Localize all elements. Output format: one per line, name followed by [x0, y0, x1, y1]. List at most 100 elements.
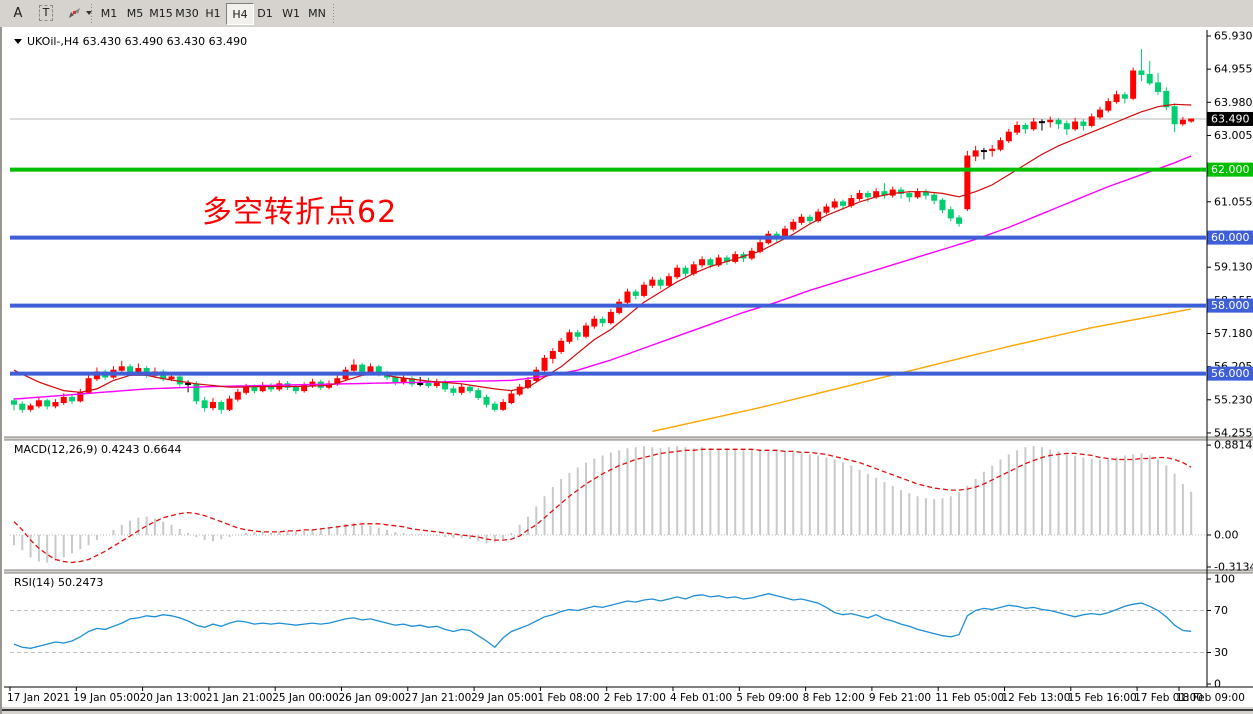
- timeframe-button-mn[interactable]: MN: [304, 3, 330, 23]
- macd-tick-label: 0.00: [1214, 529, 1239, 542]
- candle-body: [559, 341, 564, 351]
- candle-body: [965, 156, 970, 209]
- candle-body: [981, 151, 986, 152]
- candle-body: [1189, 119, 1194, 121]
- candle-body: [1114, 95, 1119, 102]
- candle-body: [948, 210, 953, 218]
- time-tick-label: 4 Feb 01:00: [670, 692, 732, 704]
- candle-body: [708, 260, 713, 265]
- candle-body: [1048, 120, 1053, 121]
- rsi-tick-label: 100: [1214, 573, 1235, 586]
- time-tick-label: 25 Jan 00:00: [272, 692, 338, 704]
- time-tick-label: 2 Feb 17:00: [604, 692, 666, 704]
- candle-body: [608, 312, 613, 322]
- candle-body: [625, 292, 630, 302]
- candle-body: [1180, 120, 1185, 123]
- candle-body: [136, 369, 141, 372]
- time-tick-label: 17 Jan 2021: [7, 692, 70, 704]
- macd-tick-label: 0.8814: [1214, 439, 1253, 452]
- toolbar-grip[interactable]: [332, 4, 335, 23]
- time-tick-label: 20 Jan 13:00: [140, 692, 206, 704]
- candle-body: [1164, 91, 1169, 106]
- candle-body: [484, 397, 489, 404]
- candle-body: [451, 389, 456, 392]
- symbol-ohlc-text: UKOil-,H4 63.430 63.490 63.430 63.490: [27, 35, 247, 48]
- chart-area: 65.93064.95563.98063.00562.03061.05560.0…: [0, 27, 1253, 714]
- chart-canvas[interactable]: 65.93064.95563.98063.00562.03061.05560.0…: [2, 27, 1253, 714]
- chevron-down-icon[interactable]: [14, 39, 22, 44]
- price-tick-label: 59.130: [1214, 261, 1253, 274]
- candle-body: [998, 141, 1003, 150]
- price-tick-label: 63.005: [1214, 129, 1253, 142]
- timeframe-button-w1[interactable]: W1: [278, 3, 304, 23]
- candle-body: [244, 387, 249, 392]
- candle-body: [210, 403, 215, 408]
- timeframe-button-h4[interactable]: H4: [226, 3, 254, 25]
- candle-body: [53, 403, 58, 406]
- timeframe-button-h1[interactable]: H1: [200, 3, 226, 23]
- candle-body: [368, 367, 373, 372]
- rsi-tick-label: 70: [1214, 604, 1228, 617]
- chart-title: UKOil-,H4 63.430 63.490 63.430 63.490: [14, 35, 247, 48]
- timeframe-button-m15[interactable]: M15: [148, 3, 174, 23]
- candle-body: [1023, 125, 1028, 128]
- candle-body: [1031, 122, 1036, 129]
- price-tick-label: 63.980: [1214, 96, 1253, 109]
- candle-body: [1056, 120, 1061, 123]
- candle-body: [45, 401, 50, 406]
- text-label-icon: T: [39, 5, 54, 21]
- mt4-window: ATM1M5M15M30H1H4D1W1MN 65.93064.95563.98…: [0, 0, 1253, 714]
- level-price-label-text: 56.000: [1211, 367, 1250, 380]
- timeframe-button-d1[interactable]: D1: [252, 3, 278, 23]
- candle-body: [12, 401, 17, 404]
- candle-body: [28, 406, 33, 409]
- candle-body: [841, 202, 846, 205]
- candle-body: [459, 387, 464, 392]
- candle-body: [550, 352, 555, 359]
- toolbar: AT M1M5M15M30H1H4D1W1MN: [0, 0, 1253, 28]
- price-tick-label: 61.055: [1214, 195, 1253, 208]
- arrows-icon: [67, 6, 82, 20]
- candle-body: [832, 202, 837, 207]
- timeframe-button-m5[interactable]: M5: [122, 3, 148, 23]
- candle-body: [650, 280, 655, 285]
- candle-body: [1131, 71, 1136, 98]
- candle-body: [865, 193, 870, 196]
- candle-body: [351, 365, 356, 370]
- candle-body: [61, 397, 66, 402]
- time-tick-label: 11 Feb 05:00: [935, 692, 1004, 704]
- timeframe-button-m30[interactable]: M30: [174, 3, 200, 23]
- candle-body: [907, 193, 912, 196]
- candle-body: [401, 379, 406, 382]
- timeframe-button-m1[interactable]: M1: [96, 3, 122, 23]
- candle-body: [128, 367, 133, 372]
- panels-background: [4, 30, 1253, 707]
- candle-body: [1147, 74, 1152, 83]
- time-tick-label: 5 Feb 09:00: [736, 692, 798, 704]
- candle-body: [642, 285, 647, 295]
- candle-body: [20, 404, 25, 409]
- price-tick-label: 65.930: [1214, 30, 1253, 43]
- candle-body: [426, 383, 431, 385]
- candle-body: [658, 280, 663, 285]
- font-tool-button[interactable]: A: [6, 2, 30, 24]
- time-tick-label: 27 Jan 21:00: [405, 692, 471, 704]
- candle-body: [227, 399, 232, 409]
- candle-body: [1139, 71, 1144, 74]
- chart-text-annotation[interactable]: 多空转折点62: [202, 187, 397, 231]
- candle-body: [70, 397, 75, 400]
- text-label-tool-button[interactable]: T: [34, 2, 58, 24]
- candle-body: [252, 387, 257, 390]
- candle-body: [418, 383, 423, 384]
- time-tick-label: 21 Jan 21:00: [206, 692, 272, 704]
- candle-body: [1039, 122, 1044, 123]
- candle-body: [235, 392, 240, 399]
- candle-body: [799, 217, 804, 222]
- candle-body: [501, 403, 506, 410]
- candle-body: [1015, 125, 1020, 132]
- current-price-label-text: 63.490: [1211, 112, 1250, 125]
- candle-body: [476, 391, 481, 398]
- candle-body: [700, 260, 705, 265]
- candle-body: [791, 222, 796, 229]
- toolbar-grip[interactable]: [90, 4, 93, 23]
